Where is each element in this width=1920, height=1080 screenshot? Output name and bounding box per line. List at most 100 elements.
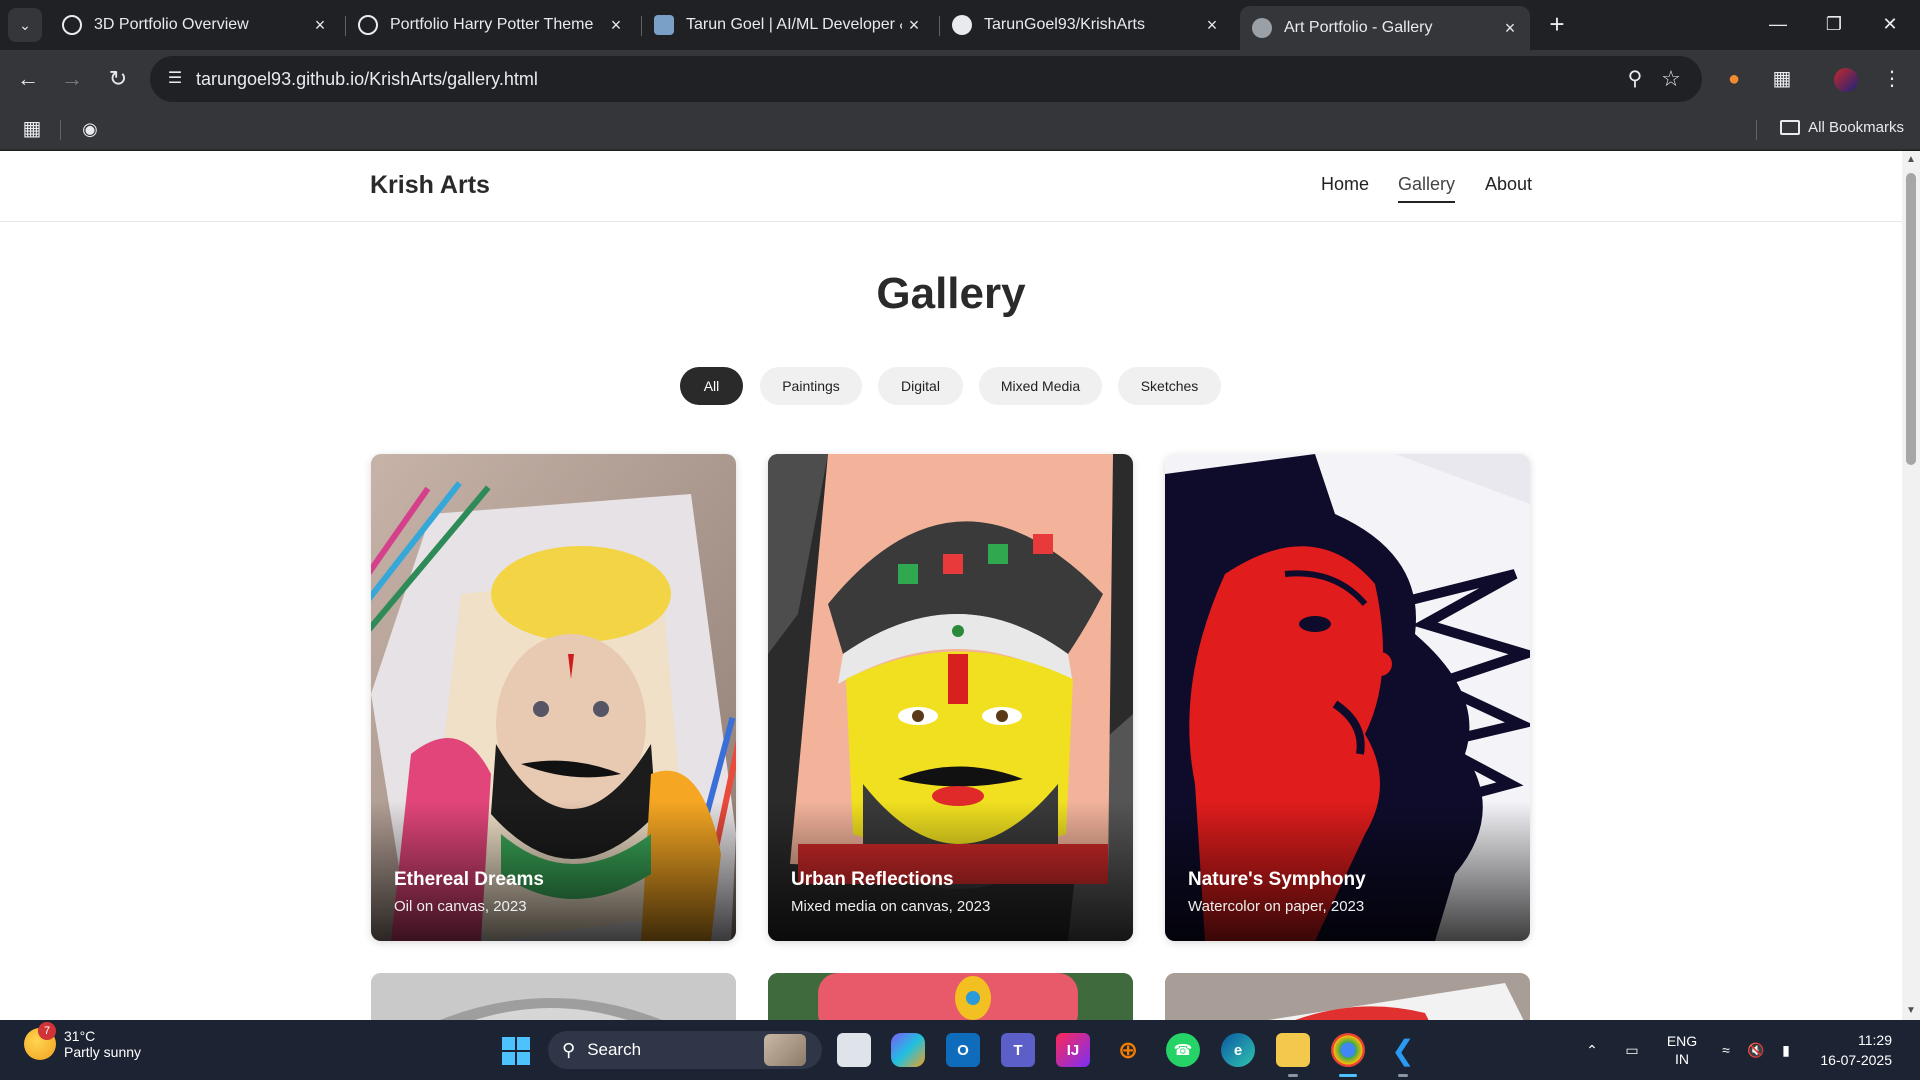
intellij-icon[interactable]: IJ (1056, 1033, 1090, 1067)
taskbar-search[interactable]: ⚲ Search (548, 1031, 822, 1069)
all-bookmarks-button[interactable]: All Bookmarks (1780, 119, 1904, 136)
filter-paintings[interactable]: Paintings (760, 367, 862, 405)
back-button[interactable]: ← (12, 63, 44, 95)
new-tab-button[interactable]: + (1542, 10, 1572, 40)
tab-title: Art Portfolio - Gallery (1284, 19, 1433, 36)
site-logo[interactable]: Krish Arts (370, 171, 490, 200)
jupyter-icon[interactable]: ⊕ (1111, 1033, 1145, 1067)
filter-mixed-media[interactable]: Mixed Media (979, 367, 1102, 405)
folder-icon (1780, 120, 1801, 135)
teams-icon[interactable]: T (1001, 1033, 1035, 1067)
tab-title: 3D Portfolio Overview (94, 16, 249, 33)
restore-button[interactable]: ❐ (1806, 0, 1862, 48)
nav-home[interactable]: Home (1321, 174, 1369, 195)
menu-icon[interactable]: ⋮ (1876, 63, 1908, 95)
task-view-icon[interactable] (837, 1033, 871, 1067)
apps-icon[interactable]: ▦ (20, 117, 44, 141)
artwork-card[interactable]: Urban Reflections Mixed media on canvas,… (768, 454, 1133, 941)
filter-all[interactable]: All (680, 367, 743, 405)
page-scrollbar[interactable]: ▲ ▼ (1902, 151, 1920, 1020)
search-highlight-image (764, 1034, 806, 1066)
language-code: ENG (1666, 1033, 1698, 1049)
filter-sketches[interactable]: Sketches (1118, 367, 1221, 405)
site-info-icon[interactable]: ☰ (160, 64, 190, 94)
nav-about[interactable]: About (1485, 174, 1532, 195)
copilot-icon[interactable] (891, 1033, 925, 1067)
page-title: Gallery (876, 269, 1026, 318)
outlook-icon[interactable]: O (946, 1033, 980, 1067)
nav-gallery[interactable]: Gallery (1398, 174, 1456, 203)
bookmark-star-icon[interactable]: ☆ (1656, 64, 1686, 94)
artwork-medium: Oil on canvas, 2023 (394, 898, 527, 915)
taskbar: 7 31°C Partly sunny ⚲ Search O T IJ ⊕ ☎ … (0, 1020, 1920, 1080)
github-icon (952, 15, 972, 35)
scrollbar-thumb[interactable] (1906, 173, 1916, 465)
tab-art-portfolio-gallery[interactable]: Art Portfolio - Gallery × (1240, 6, 1530, 50)
artwork-title: Urban Reflections (791, 869, 954, 890)
clock[interactable]: 11:29 16-07-2025 (1820, 1030, 1892, 1070)
tab-tarun-goel[interactable]: Tarun Goel | AI/ML Developer & × (642, 8, 934, 42)
address-bar[interactable]: ☰ tarungoel93.github.io/KrishArts/galler… (150, 56, 1702, 102)
zoom-icon[interactable]: ⚲ (1620, 64, 1650, 94)
tab-search-button[interactable]: ⌄ (8, 8, 42, 42)
globe-icon[interactable]: ◉ (78, 117, 102, 141)
tab-github-krisharts[interactable]: TarunGoel93/KrishArts × (940, 8, 1232, 42)
date: 16-07-2025 (1820, 1052, 1892, 1068)
close-icon[interactable]: × (308, 15, 332, 36)
time: 11:29 (1858, 1032, 1892, 1048)
artwork-medium: Mixed media on canvas, 2023 (791, 898, 991, 915)
chevron-down-icon: ⌄ (19, 16, 31, 33)
close-icon[interactable]: × (1200, 15, 1224, 36)
site-header: Krish Arts Home Gallery About (0, 151, 1902, 222)
forward-button[interactable]: → (56, 63, 88, 95)
battery-icon[interactable]: ▮ (1774, 1020, 1798, 1080)
whatsapp-icon[interactable]: ☎ (1166, 1033, 1200, 1067)
temperature: 31°C (64, 1028, 96, 1044)
artwork-card[interactable] (371, 973, 736, 1020)
artwork-image (768, 973, 1133, 1020)
artwork-card[interactable] (768, 973, 1133, 1020)
volume-muted-icon[interactable]: 🔇 (1744, 1020, 1768, 1080)
artwork-medium: Watercolor on paper, 2023 (1188, 898, 1365, 915)
extension-icon[interactable]: ● (1718, 63, 1750, 95)
url-text[interactable]: tarungoel93.github.io/KrishArts/gallery.… (196, 69, 538, 90)
region-code: IN (1675, 1051, 1689, 1067)
avatar-icon (654, 15, 674, 35)
start-button[interactable] (502, 1037, 530, 1065)
all-bookmarks-label: All Bookmarks (1808, 119, 1904, 136)
tablet-icon[interactable]: ▭ (1618, 1020, 1646, 1080)
tab-3d-portfolio[interactable]: 3D Portfolio Overview × (50, 8, 340, 42)
reload-button[interactable]: ↻ (102, 63, 134, 95)
chevron-up-icon[interactable]: ⌃ (1578, 1020, 1606, 1080)
artwork-card[interactable]: Nature's Symphony Watercolor on paper, 2… (1165, 454, 1530, 941)
close-icon[interactable]: × (902, 15, 926, 36)
artwork-card[interactable]: Ethereal Dreams Oil on canvas, 2023 (371, 454, 736, 941)
tab-title: Tarun Goel | AI/ML Developer & (686, 16, 902, 33)
close-icon[interactable]: × (1498, 18, 1522, 39)
edge-icon[interactable]: e (1221, 1033, 1255, 1067)
tab-title: TarunGoel93/KrishArts (984, 16, 1145, 33)
chrome-icon[interactable] (1331, 1033, 1365, 1077)
artwork-title: Nature's Symphony (1188, 869, 1366, 890)
extensions-puzzle-icon[interactable]: ▦ (1766, 63, 1798, 95)
artwork-card[interactable] (1165, 973, 1530, 1020)
artwork-image (1165, 973, 1530, 1020)
openai-icon (358, 15, 378, 35)
profile-avatar[interactable] (1830, 63, 1862, 95)
close-window-button[interactable]: ✕ (1862, 0, 1918, 48)
vscode-icon[interactable]: ❮ (1386, 1033, 1420, 1077)
wifi-icon[interactable]: ≈ (1714, 1020, 1738, 1080)
tab-title: Portfolio Harry Potter Theme (390, 16, 594, 33)
weather-widget[interactable]: 7 31°C Partly sunny (24, 1022, 141, 1060)
language-indicator[interactable]: ENG IN (1660, 1020, 1704, 1080)
page-viewport: Krish Arts Home Gallery About Gallery Al… (0, 151, 1902, 1020)
globe-icon (1252, 18, 1272, 38)
tab-strip: ⌄ 3D Portfolio Overview × Portfolio Harr… (0, 0, 1920, 50)
scroll-down-icon[interactable]: ▼ (1906, 1006, 1916, 1016)
filter-digital[interactable]: Digital (878, 367, 963, 405)
close-icon[interactable]: × (604, 15, 628, 36)
minimize-button[interactable]: — (1750, 0, 1806, 48)
scroll-up-icon[interactable]: ▲ (1906, 155, 1916, 165)
file-explorer-icon[interactable] (1276, 1033, 1310, 1077)
tab-harry-potter[interactable]: Portfolio Harry Potter Theme × (346, 8, 636, 42)
